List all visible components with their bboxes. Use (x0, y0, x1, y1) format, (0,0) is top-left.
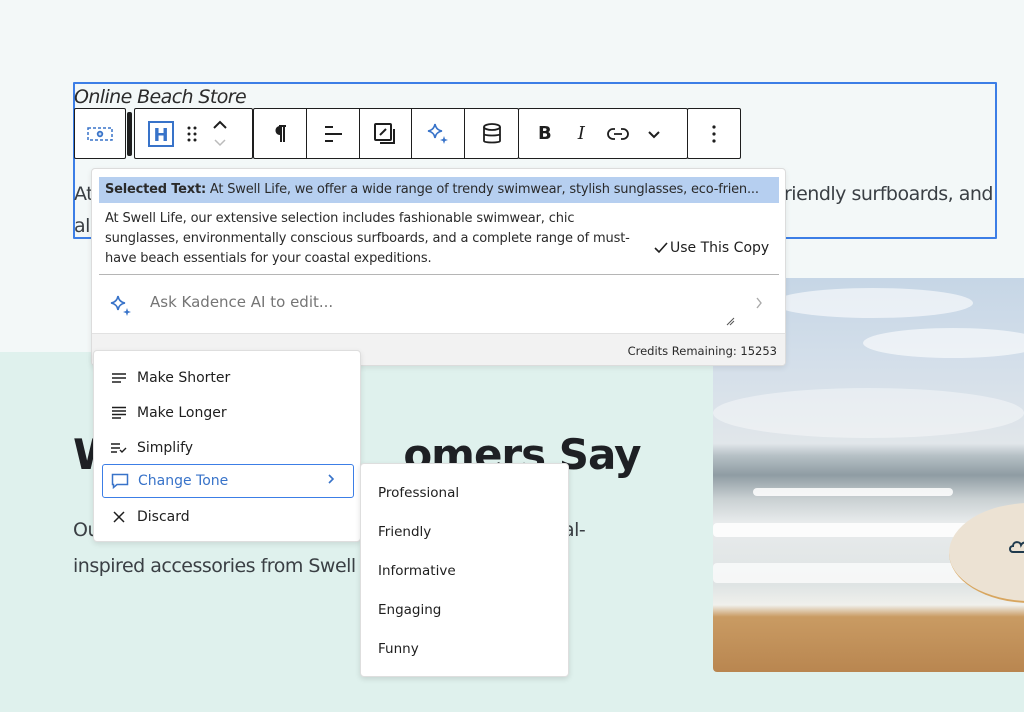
menu-item-label: Discard (137, 509, 190, 525)
toolbar-group-format: B I (518, 108, 688, 159)
tone-option-professional[interactable]: Professional (378, 485, 459, 501)
edit-copy-icon (374, 122, 396, 144)
wave (713, 523, 973, 537)
italic-icon: I (577, 123, 585, 144)
align-icon (324, 125, 342, 142)
kadence-ai-popover: Selected Text: At Swell Life, we offer a… (91, 168, 786, 366)
paragraph-line1-end: riendly surfboards, and (784, 183, 993, 205)
surfboard (949, 503, 1024, 603)
menu-item-label: Simplify (137, 440, 194, 456)
dynamic-content-button[interactable] (465, 109, 518, 158)
toolbar-group-tools (253, 108, 519, 159)
toolbar-group-heading: H (134, 108, 253, 159)
bold-button[interactable]: B (519, 109, 552, 158)
more-vertical-icon (712, 124, 716, 143)
heading-icon: H (148, 120, 174, 147)
submit-chevron-icon[interactable] (755, 297, 763, 309)
ai-result-text: At Swell Life, our extensive selection i… (105, 211, 630, 266)
selected-text-bar: Selected Text: At Swell Life, we offer a… (99, 177, 779, 203)
menu-item-discard[interactable]: Discard (102, 500, 354, 534)
resize-handle-icon[interactable] (725, 316, 735, 326)
menu-item-make-longer[interactable]: Make Longer (102, 396, 354, 430)
ai-sparkle-icon (110, 295, 131, 316)
align-button[interactable] (307, 109, 360, 158)
tone-option-engaging[interactable]: Engaging (378, 602, 441, 618)
options-button[interactable] (688, 109, 740, 158)
chevron-right-icon (327, 473, 335, 489)
toolbar-group-options (687, 108, 741, 159)
svg-text:H: H (153, 125, 168, 146)
surfboard-logo-icon (1009, 541, 1024, 553)
more-format-button[interactable] (629, 109, 661, 158)
link-icon (607, 127, 629, 140)
make-longer-icon (110, 404, 128, 422)
heading-button[interactable]: H (135, 109, 174, 158)
database-icon (482, 122, 501, 143)
drag-icon (187, 126, 197, 141)
paragraph-button[interactable] (254, 109, 307, 158)
tone-option-informative[interactable]: Informative (378, 563, 456, 579)
cloud (713, 388, 1024, 438)
credits-remaining: Credits Remaining: 15253 (627, 344, 777, 358)
toolbar-group-block (74, 108, 126, 159)
ai-sparkle-icon (428, 123, 449, 144)
tone-option-funny[interactable]: Funny (378, 641, 419, 657)
block-type-button[interactable] (75, 109, 125, 158)
check-icon (654, 242, 668, 254)
selected-text-value: At Swell Life, we offer a wide range of … (209, 182, 759, 197)
ask-ai-row (92, 275, 785, 333)
link-button[interactable] (585, 109, 629, 158)
ai-actions-menu: Make Shorter Make Longer Simplify Change… (93, 350, 361, 542)
edit-copy-button[interactable] (360, 109, 413, 158)
tone-option-friendly[interactable]: Friendly (378, 524, 431, 540)
drag-button[interactable] (174, 109, 198, 158)
menu-item-label: Make Shorter (137, 370, 231, 386)
close-icon (110, 508, 128, 526)
menu-item-simplify[interactable]: Simplify (102, 431, 354, 465)
make-shorter-icon (110, 369, 128, 387)
menu-item-label: Change Tone (138, 473, 229, 489)
simplify-icon (110, 439, 128, 457)
wave (753, 488, 953, 496)
comment-icon (111, 472, 129, 490)
menu-item-change-tone[interactable]: Change Tone (102, 464, 354, 498)
move-updown-icon (213, 120, 227, 146)
move-updown-button[interactable] (198, 109, 228, 158)
chevron-down-icon (648, 130, 660, 138)
cloud (863, 328, 1024, 358)
use-this-copy-button[interactable]: Use This Copy (654, 240, 769, 256)
bold-icon: B (538, 123, 552, 144)
block-placeholder-icon (87, 126, 113, 141)
kadence-ai-button[interactable] (412, 109, 466, 158)
change-tone-submenu: Professional Friendly Informative Engagi… (360, 463, 569, 677)
ask-ai-input[interactable] (150, 293, 710, 311)
paragraph-line2-start: al (74, 215, 90, 237)
menu-item-label: Make Longer (137, 405, 227, 421)
paragraph-icon (275, 124, 286, 142)
use-copy-label: Use This Copy (670, 240, 770, 256)
store-title[interactable]: Online Beach Store (74, 86, 247, 108)
italic-button[interactable]: I (552, 109, 585, 158)
menu-item-make-shorter[interactable]: Make Shorter (102, 361, 354, 395)
cloud (773, 288, 973, 318)
selected-text-label: Selected Text: (105, 182, 206, 197)
drag-handle[interactable] (127, 112, 132, 156)
